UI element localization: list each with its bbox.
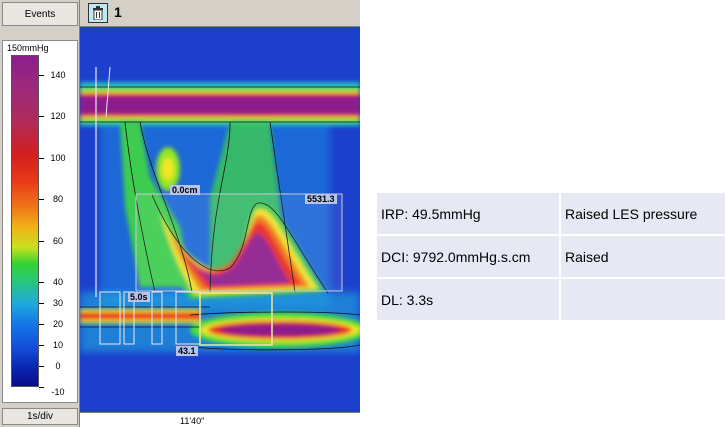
duration-label: 5.0s bbox=[128, 292, 150, 302]
scale-tick-label: 60 bbox=[52, 236, 63, 246]
scale-tick-label: 40 bbox=[52, 277, 63, 287]
irp-interpretation: Raised LES pressure bbox=[560, 192, 726, 235]
dci-measure: DCI: 9792.0mmHg.s.cm bbox=[376, 235, 560, 278]
scale-tick-label: 30 bbox=[52, 298, 63, 308]
dci-box[interactable] bbox=[135, 193, 343, 292]
results-table: IRP: 49.5mmHg Raised LES pressure DCI: 9… bbox=[376, 192, 726, 321]
scale-tick-label: 120 bbox=[50, 111, 66, 121]
pressure-topography-plot[interactable]: 0.0cm 5531.3 5.0s 43.1 bbox=[80, 27, 360, 412]
time-axis: 11'40" bbox=[80, 412, 360, 427]
scale-tick-label: 100 bbox=[50, 153, 66, 163]
pressure-scale: 150mmHg 140 120 100 80 60 40 30 20 10 0 … bbox=[2, 40, 78, 403]
scale-tick-label: 140 bbox=[50, 70, 66, 80]
scale-tick-label: 80 bbox=[52, 194, 63, 204]
scale-tick-label: 0 bbox=[55, 361, 61, 371]
scale-max-label: 150mmHg bbox=[7, 43, 49, 53]
channel-label: 1 bbox=[114, 4, 122, 20]
scale-tick-label: 20 bbox=[52, 319, 63, 329]
ues-band bbox=[80, 82, 360, 126]
left-panel: Events 150mmHg 140 120 100 80 60 40 30 2… bbox=[0, 0, 80, 427]
table-row: DCI: 9792.0mmHg.s.cm Raised bbox=[376, 235, 726, 278]
distance-label: 0.0cm bbox=[170, 185, 200, 195]
events-button[interactable]: Events bbox=[2, 2, 78, 26]
pressure-colorbar bbox=[11, 55, 39, 387]
scale-tick-label: -10 bbox=[51, 387, 65, 397]
scale-tick-label: 10 bbox=[52, 340, 63, 350]
time-label: 11'40" bbox=[180, 416, 205, 426]
channel-toolbar: 1 bbox=[80, 0, 360, 27]
dl-measure: DL: 3.3s bbox=[376, 278, 560, 321]
dl-interpretation bbox=[560, 278, 726, 321]
dci-value-label: 5531.3 bbox=[305, 194, 337, 204]
depth-label: 43.1 bbox=[176, 346, 198, 356]
dci-interpretation: Raised bbox=[560, 235, 726, 278]
trash-icon[interactable] bbox=[88, 3, 108, 23]
topography-heatmap bbox=[80, 27, 360, 412]
table-row: DL: 3.3s bbox=[376, 278, 726, 321]
table-row: IRP: 49.5mmHg Raised LES pressure bbox=[376, 192, 726, 235]
timebase-selector[interactable]: 1s/div bbox=[2, 408, 78, 425]
irp-measure: IRP: 49.5mmHg bbox=[376, 192, 560, 235]
